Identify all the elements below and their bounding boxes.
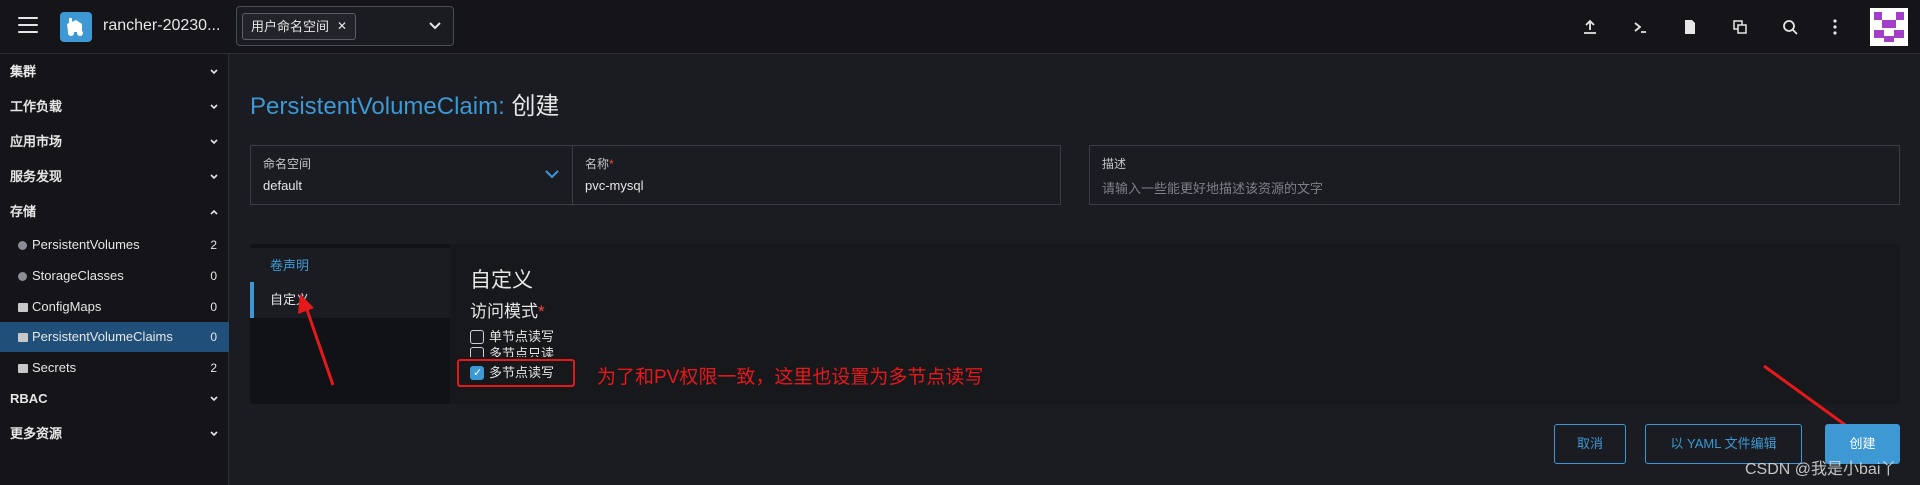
chevron-down-icon [210,69,218,75]
annotation-text: 为了和PV权限一致，这里也设置为多节点读写 [597,367,984,388]
namespace-chip: 用户命名空间 ✕ [242,13,357,40]
description-label: 描述 [1102,157,1127,171]
chevron-down-icon [545,170,559,179]
folder-icon [18,364,28,373]
folder-icon [18,303,28,312]
nav-group-label: 服务发现 [10,169,63,184]
nav-group-app-market[interactable]: 应用市场 [0,128,229,156]
nav-group-service-discovery[interactable]: 服务发现 [0,163,229,191]
namespace-label: 命名空间 [263,157,312,171]
more-icon[interactable] [1824,16,1846,38]
nav-group-label: 工作负载 [10,99,63,114]
item-count: 0 [210,269,217,283]
terminal-icon[interactable] [1629,16,1651,38]
user-avatar[interactable] [1870,8,1908,46]
namespace-value: default [263,178,303,193]
folder-icon [18,333,28,342]
item-count: 2 [210,238,217,252]
page-title-action: 创建 [511,93,560,120]
cluster-logo-icon [60,12,92,42]
access-mode-label: 访问模式* [470,302,545,321]
sidebar-item-configmaps[interactable]: ConfigMaps 0 [0,292,229,322]
chevron-down-icon[interactable] [427,17,443,33]
name-field[interactable]: 名称* pvc-mysql [573,145,1061,205]
nav-group-label: 集群 [10,64,37,79]
nav-group-label: RBAC [10,391,48,406]
namespace-chip-label: 用户命名空间 [251,19,330,34]
sidebar-item-persistentvolumes[interactable]: PersistentVolumes 2 [0,230,229,260]
menu-icon[interactable] [18,17,38,35]
cluster-name[interactable]: rancher-20230... [103,17,220,35]
search-icon[interactable] [1779,16,1801,38]
cancel-button[interactable]: 取消 [1554,424,1626,464]
sidebar-item-label: PersistentVolumeClaims [32,329,173,344]
sidebar-item-label: ConfigMaps [32,299,102,314]
item-count: 0 [210,300,217,314]
sidebar-item-storageclasses[interactable]: StorageClasses 0 [0,261,229,291]
page-title-resource[interactable]: PersistentVolumeClaim: [250,93,505,120]
upload-icon[interactable] [1579,16,1601,38]
namespace-filter-select[interactable]: 用户命名空间 ✕ [236,6,454,46]
chevron-down-icon [210,396,218,402]
sidebar-item-persistentvolumeclaims[interactable]: PersistentVolumeClaims 0 [0,322,229,352]
description-placeholder: 请输入一些能更好地描述该资源的文字 [1102,181,1324,196]
page-title: PersistentVolumeClaim: 创建 [250,86,559,121]
nav-group-workload[interactable]: 工作负载 [0,93,229,121]
top-header: rancher-20230... 用户命名空间 ✕ [0,0,1920,54]
option-label: 单节点读写 [489,329,555,344]
namespace-select[interactable]: 命名空间 default [250,145,573,205]
nav-group-storage[interactable]: 存储 [0,198,229,226]
chevron-down-icon [210,139,218,145]
sidebar-item-label: PersistentVolumes [32,237,140,252]
watermark: CSDN @我是小bai丫 [1745,461,1897,478]
sidebar-item-label: StorageClasses [32,268,124,283]
close-icon[interactable]: ✕ [337,14,347,39]
chevron-down-icon [210,431,218,437]
annotation-highlight-box [457,359,575,387]
checkbox[interactable] [470,347,484,357]
nav-group-label: 存储 [10,204,37,219]
option-rox[interactable]: 多节点只读 [470,346,554,357]
sidebar-item-label: Secrets [32,360,77,375]
sidebar: 集群 工作负载 应用市场 服务发现 存储 PersistentVolumes 2… [0,54,229,485]
side-tabs: 卷声明 自定义 [250,244,450,404]
copy-icon[interactable] [1729,16,1751,38]
chevron-up-icon [210,209,218,215]
option-label: 多节点只读 [489,346,555,357]
name-label: 名称* [585,157,614,171]
nav-group-label: 更多资源 [10,426,63,441]
option-rwo[interactable]: 单节点读写 [470,329,554,347]
tab-volume-claim[interactable]: 卷声明 [250,248,450,284]
nav-group-cluster[interactable]: 集群 [0,58,229,86]
tab-customize[interactable]: 自定义 [250,282,450,318]
chevron-down-icon [210,104,218,110]
description-field[interactable]: 描述 请输入一些能更好地描述该资源的文字 [1089,145,1900,205]
nav-group-rbac[interactable]: RBAC [0,385,229,413]
file-icon[interactable] [1679,16,1701,38]
item-count: 0 [210,330,217,344]
nav-group-more-resources[interactable]: 更多资源 [0,420,229,448]
item-count: 2 [210,361,217,375]
nav-group-label: 应用市场 [10,134,63,149]
section-title: 自定义 [470,269,533,292]
circle-icon [18,272,27,281]
chevron-down-icon [210,174,218,180]
sidebar-item-secrets[interactable]: Secrets 2 [0,353,229,383]
name-value: pvc-mysql [585,178,644,193]
checkbox[interactable] [470,330,484,344]
circle-icon [18,241,27,250]
